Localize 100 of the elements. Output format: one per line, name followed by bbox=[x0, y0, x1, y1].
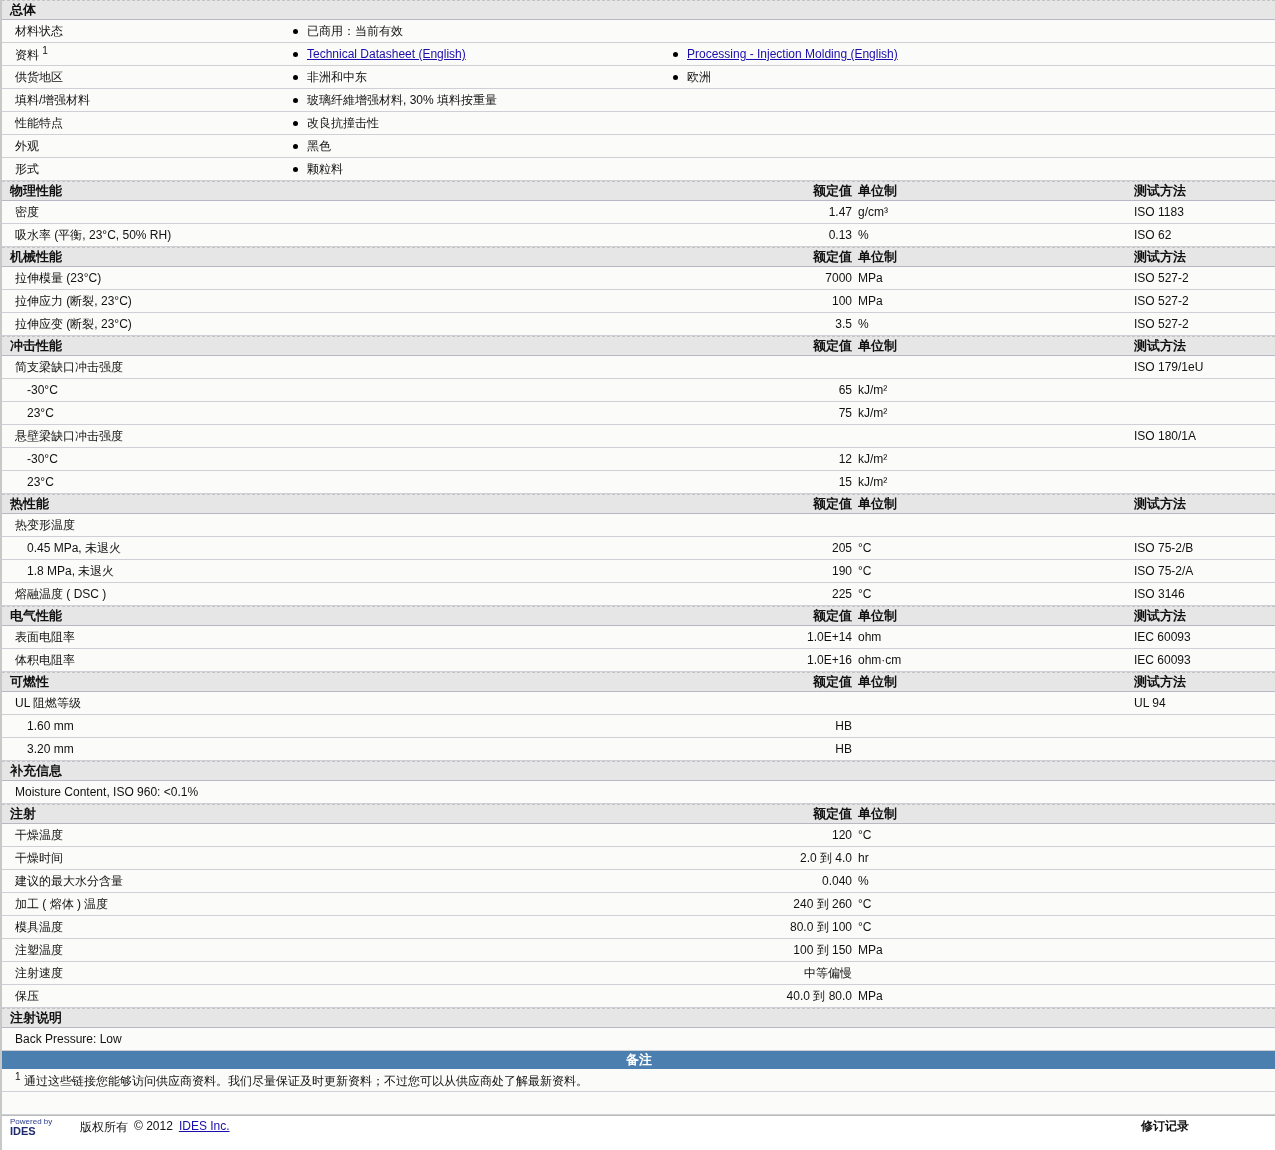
bullet-icon bbox=[673, 74, 678, 80]
column-header: 额定值 bbox=[813, 183, 852, 198]
bullet-icon bbox=[293, 166, 298, 172]
section-title: 总体 bbox=[8, 1, 37, 19]
unit-text: °C bbox=[858, 897, 872, 911]
unit-text: hr bbox=[858, 851, 869, 865]
property-value: 15 bbox=[838, 475, 852, 489]
test-method: ISO 1183 bbox=[1134, 205, 1184, 219]
note-text: Back Pressure: Low bbox=[15, 1032, 122, 1046]
section-title: 热性能 bbox=[9, 495, 50, 513]
bullet-icon bbox=[673, 51, 678, 57]
unit-text: kJ/m² bbox=[858, 452, 888, 466]
property-value: 2.0 到 4.0 bbox=[799, 850, 852, 865]
notes-title: 备注 bbox=[625, 1051, 652, 1069]
unit-text: MPa bbox=[858, 989, 883, 1003]
bullet-icon bbox=[293, 120, 298, 126]
datasheet-link[interactable]: Technical Datasheet (English) bbox=[307, 47, 466, 61]
property-value: 0.13 bbox=[828, 228, 852, 242]
unit-text: ohm·cm bbox=[858, 653, 902, 667]
bullet-icon bbox=[293, 143, 298, 149]
column-header: 单位制 bbox=[858, 806, 897, 821]
column-header: 单位制 bbox=[858, 183, 897, 198]
property-label: 填料/增强材料 bbox=[14, 91, 92, 109]
property-label: 拉伸应力 (断裂, 23°C) bbox=[15, 293, 132, 308]
section-title: 注射 bbox=[9, 805, 37, 823]
bullet-icon bbox=[293, 51, 298, 57]
property-label: 热变形温度 bbox=[15, 517, 75, 532]
property-label: 23°C bbox=[27, 406, 54, 420]
property-label: 23°C bbox=[27, 475, 54, 489]
section-title: 机械性能 bbox=[8, 248, 63, 266]
bullet-icon bbox=[293, 97, 298, 103]
copyright-year: © 2012 bbox=[134, 1119, 173, 1135]
test-method: IEC 60093 bbox=[1134, 653, 1191, 667]
property-value: 中等偏慢 bbox=[804, 965, 852, 980]
property-label: 1.60 mm bbox=[27, 719, 74, 733]
ides-logo: Powered by IDES bbox=[10, 1118, 54, 1137]
column-header: 单位制 bbox=[858, 608, 897, 623]
section-title: 物理性能 bbox=[9, 182, 63, 200]
property-label: 表面电阻率 bbox=[15, 629, 75, 644]
property-label: 体积电阻率 bbox=[15, 652, 75, 667]
column-header: 测试方法 bbox=[1134, 674, 1186, 689]
property-value: 120 bbox=[831, 828, 852, 842]
property-value: 40.0 到 80.0 bbox=[786, 988, 852, 1003]
property-label: 熔融温度 ( DSC ) bbox=[15, 586, 107, 601]
property-value: 65 bbox=[838, 383, 852, 397]
test-method: ISO 75-2/A bbox=[1134, 564, 1194, 578]
company-link[interactable]: IDES Inc. bbox=[178, 1119, 230, 1136]
unit-text: % bbox=[858, 228, 869, 242]
test-method: ISO 527-2 bbox=[1134, 294, 1189, 308]
property-value: 玻璃纤維增强材料, 30% 填料按重量 bbox=[307, 91, 498, 109]
property-label: 3.20 mm bbox=[27, 742, 74, 756]
revision-title: 修订记录 bbox=[1141, 1118, 1189, 1135]
unit-text: % bbox=[858, 874, 869, 888]
bullet-icon bbox=[293, 74, 298, 80]
property-value: HB bbox=[835, 742, 852, 756]
property-label: 吸水率 (平衡, 23°C, 50% RH) bbox=[15, 227, 172, 242]
property-label: 性能特点 bbox=[14, 114, 64, 132]
property-label: 供货地区 bbox=[14, 68, 64, 86]
property-label: -30°C bbox=[27, 383, 58, 397]
property-value: 黑色 bbox=[307, 137, 331, 155]
property-value: 欧洲 bbox=[687, 68, 711, 86]
datasheet-link[interactable]: Processing - Injection Molding (English) bbox=[687, 47, 898, 61]
test-method: ISO 180/1A bbox=[1134, 429, 1197, 443]
property-value: 190 bbox=[831, 564, 852, 578]
section-title: 电气性能 bbox=[9, 607, 63, 625]
unit-text: °C bbox=[858, 564, 872, 578]
column-header: 额定值 bbox=[813, 806, 852, 821]
column-header: 单位制 bbox=[858, 496, 897, 511]
section-title: 可燃性 bbox=[9, 673, 50, 691]
property-label: 密度 bbox=[15, 204, 39, 219]
section-title: 补充信息 bbox=[9, 762, 63, 780]
property-label: 注塑温度 bbox=[15, 942, 63, 957]
property-label: 资料 $^{1}$ bbox=[14, 44, 49, 64]
footnote-text: $^{1}$ 通过这些链接您能够访问供应商资料。我们尽量保证及时更新资料；不过您可以从供应商处了解最新资料。 bbox=[15, 1073, 588, 1088]
column-header: 额定值 bbox=[813, 674, 852, 689]
copyright-label: 版权所有 bbox=[80, 1119, 128, 1136]
property-value: 非洲和中东 bbox=[307, 68, 367, 86]
column-header: 额定值 bbox=[813, 249, 852, 264]
property-value: 改良抗撞击性 bbox=[307, 114, 379, 132]
column-header: 单位制 bbox=[858, 249, 897, 264]
property-value: 75 bbox=[838, 406, 852, 420]
property-label: 0.45 MPa, 未退火 bbox=[27, 540, 122, 555]
property-label: 材料状态 bbox=[14, 22, 64, 40]
unit-text: kJ/m² bbox=[858, 475, 888, 489]
property-label: 注射速度 bbox=[15, 965, 63, 980]
unit-text: g/cm³ bbox=[858, 205, 888, 219]
unit-text: MPa bbox=[858, 294, 883, 308]
section-title: 注射说明 bbox=[9, 1009, 63, 1027]
column-header: 额定值 bbox=[813, 338, 852, 353]
property-value: 1.0E+16 bbox=[806, 653, 852, 667]
column-header: 单位制 bbox=[858, 674, 897, 689]
property-label: 拉伸模量 (23°C) bbox=[15, 270, 102, 285]
test-method: ISO 179/1eU bbox=[1134, 360, 1204, 374]
property-label: 1.8 MPa, 未退火 bbox=[27, 563, 115, 578]
property-value: 100 bbox=[831, 294, 852, 308]
column-header: 测试方法 bbox=[1134, 183, 1186, 198]
property-value: 已商用：当前有效 bbox=[307, 22, 403, 40]
property-label: 建议的最大水分含量 bbox=[15, 873, 123, 888]
property-value: 12 bbox=[838, 452, 852, 466]
section-title: 冲击性能 bbox=[9, 337, 63, 355]
